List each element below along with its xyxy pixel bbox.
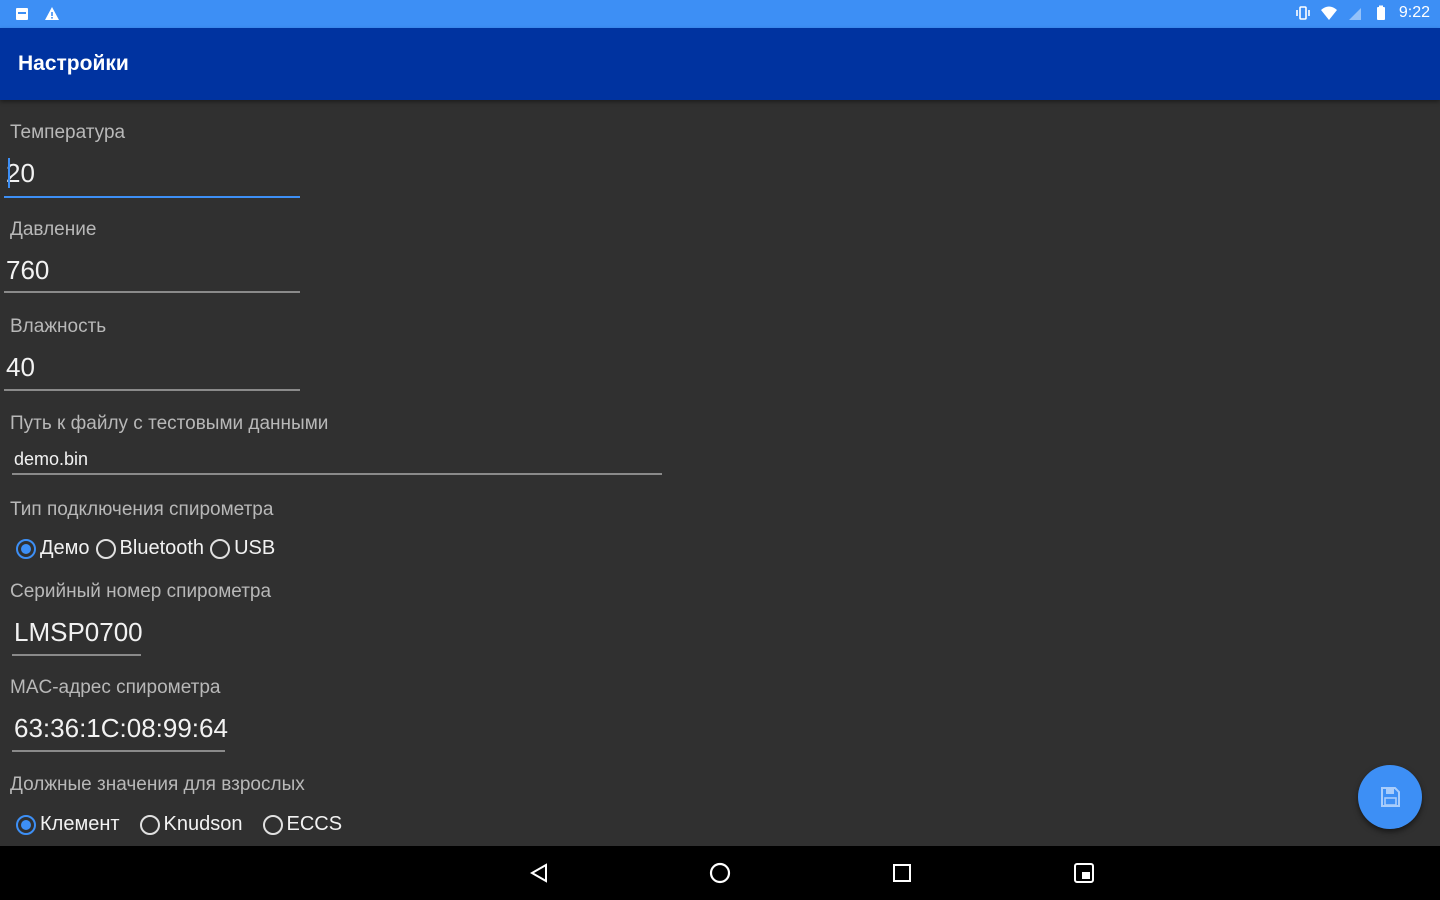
save-icon: [1381, 787, 1400, 807]
radio-knudson-label: Knudson: [163, 813, 243, 835]
radio-usb[interactable]: USB: [210, 537, 275, 560]
radio-demo-label: Демо: [40, 537, 90, 559]
humidity-value: 40: [6, 352, 35, 382]
pressure-value: 760: [6, 255, 50, 285]
wifi-icon: [1320, 6, 1337, 20]
radio-knudson-circle: [139, 814, 160, 835]
temperature-label: Температура: [10, 122, 126, 143]
serial-number-value: LMSP0700: [14, 617, 143, 647]
radio-demo-circle: [16, 538, 36, 559]
mac-address-field[interactable]: 63:36:1C:08:99:64: [12, 713, 228, 752]
test-file-value: demo.bin: [14, 449, 89, 469]
back-button[interactable]: [526, 860, 552, 886]
radio-usb-circle: [210, 538, 231, 559]
radio-klement-label: Клемент: [40, 813, 120, 835]
humidity-label: Влажность: [10, 316, 107, 337]
home-button[interactable]: [707, 860, 733, 886]
radio-eccs-label: ECCS: [286, 813, 343, 835]
recents-button[interactable]: [889, 860, 915, 886]
pressure-field[interactable]: 760: [4, 255, 300, 293]
radio-eccs[interactable]: ECCS: [262, 813, 343, 836]
test-file-field[interactable]: demo.bin: [12, 448, 662, 475]
radio-klement-circle: [16, 814, 36, 835]
radio-bluetooth-label: Bluetooth: [119, 537, 205, 559]
signal-icon: [1348, 8, 1361, 20]
temperature-field[interactable]: 20: [4, 158, 300, 198]
adult-norms-label: Должные значения для взрослых: [10, 774, 305, 795]
radio-demo[interactable]: Демо: [16, 537, 90, 560]
radio-klement[interactable]: Клемент: [16, 813, 120, 836]
connection-type-group: Демо Bluetooth USB: [16, 537, 281, 560]
home-icon: [709, 862, 731, 884]
mac-address-value: 63:36:1C:08:99:64: [14, 713, 228, 743]
status-time: 9:22: [1398, 4, 1430, 21]
temperature-value: 20: [6, 158, 35, 188]
nav-bar: [0, 846, 1440, 900]
settings-form: Температура 20 Давление 760 Влажность 40…: [0, 100, 1440, 846]
humidity-field[interactable]: 40: [4, 352, 300, 391]
page-title: Настройки: [18, 52, 129, 75]
radio-usb-label: USB: [234, 537, 276, 559]
app-bar: Настройки: [0, 28, 1440, 100]
screenshot-button[interactable]: [1071, 860, 1097, 886]
back-icon: [529, 863, 547, 883]
adult-norms-group: Клемент Knudson ECCS: [16, 813, 348, 836]
screenshot-icon: [1074, 863, 1094, 883]
pressure-label: Давление: [10, 219, 97, 240]
radio-bluetooth-circle: [95, 538, 116, 559]
vibrate-icon: [1296, 6, 1310, 20]
status-left-icons: [14, 6, 60, 22]
warning-icon: [45, 7, 59, 20]
status-bar: 9:22: [0, 0, 1440, 28]
radio-knudson[interactable]: Knudson: [139, 813, 243, 836]
text-cursor: [8, 158, 10, 188]
recents-icon: [893, 864, 911, 882]
battery-icon: [1376, 5, 1385, 20]
test-file-label: Путь к файлу с тестовыми данными: [10, 413, 329, 434]
radio-bluetooth[interactable]: Bluetooth: [95, 537, 205, 560]
save-button[interactable]: [1358, 765, 1422, 829]
status-right-icons: 9:22: [1295, 4, 1430, 22]
connection-type-label: Тип подключения спирометра: [10, 499, 274, 520]
mac-address-label: MAC-адрес спирометра: [10, 677, 221, 698]
serial-number-field[interactable]: LMSP0700: [12, 617, 143, 656]
radio-eccs-circle: [262, 814, 283, 835]
serial-number-label: Серийный номер спирометра: [10, 581, 272, 602]
notification-icon: [16, 8, 28, 20]
